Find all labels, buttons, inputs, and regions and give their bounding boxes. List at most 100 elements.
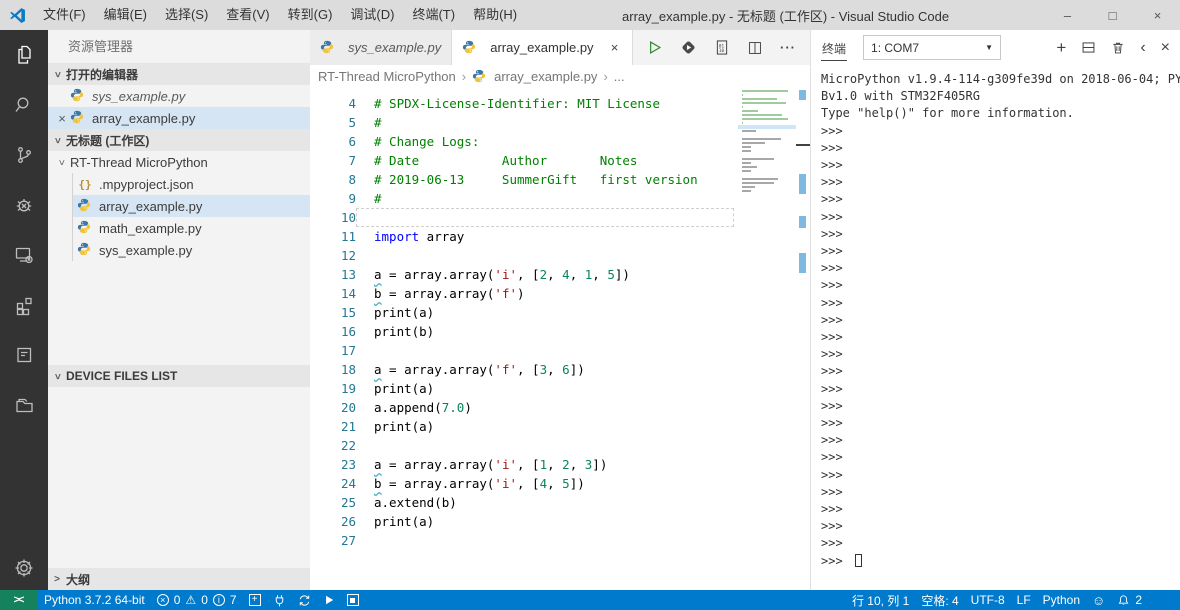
code-editor[interactable]: 4 # SPDX-License-Identifier: MIT License 5… — [310, 88, 810, 590]
maximize-button[interactable]: □ — [1090, 0, 1135, 30]
terminal-prompt-line: >>> — [821, 312, 850, 327]
indentation[interactable]: 空格: 4 — [915, 592, 964, 609]
language-mode[interactable]: Python — [1037, 593, 1086, 607]
output-notes-icon[interactable] — [0, 330, 48, 380]
breadcrumb-item[interactable]: ... — [614, 69, 625, 84]
editor-tab[interactable]: sys_example.py — [310, 30, 453, 65]
code-line-9[interactable]: 9 # — [310, 189, 810, 208]
cursor-position[interactable]: 行 10, 列 1 — [846, 592, 915, 609]
code-line-5[interactable]: 5 # — [310, 113, 810, 132]
close-button[interactable]: × — [1135, 0, 1180, 30]
run-icon[interactable] — [317, 590, 341, 610]
menu-item-1[interactable]: 编辑(E) — [95, 7, 156, 22]
explorer-icon[interactable] — [0, 30, 48, 80]
tree-file-item[interactable]: array_example.py — [73, 195, 310, 217]
source-control-icon[interactable] — [0, 130, 48, 180]
code-line-17[interactable]: 17 — [310, 341, 810, 360]
code-token: , — [569, 457, 585, 472]
menu-item-3[interactable]: 查看(V) — [217, 7, 278, 22]
search-icon[interactable] — [0, 80, 48, 130]
terminal-tab[interactable]: 终端 — [821, 35, 848, 61]
terminal-dropdown[interactable]: 1: COM7 ▼ — [863, 35, 1002, 60]
stop-icon[interactable] — [341, 590, 365, 610]
code-line-4[interactable]: 4 # SPDX-License-Identifier: MIT License — [310, 94, 810, 113]
close-icon[interactable]: × — [54, 111, 70, 126]
tree-file-item[interactable]: sys_example.py — [73, 239, 310, 261]
tree-file-item[interactable]: math_example.py — [73, 217, 310, 239]
code-line-20[interactable]: 20 a.append(7.0) — [310, 398, 810, 417]
eol-sequence[interactable]: LF — [1011, 593, 1037, 607]
chevron-down-icon: > — [51, 71, 63, 77]
tree-file-item[interactable]: {} .mpyproject.json — [73, 173, 310, 195]
code-line-19[interactable]: 19 print(a) — [310, 379, 810, 398]
code-line-13[interactable]: 13 a = array.array('i', [2, 4, 1, 5]) — [310, 265, 810, 284]
breadcrumb-item[interactable]: RT-Thread MicroPython — [318, 69, 456, 84]
split-editor-icon[interactable] — [747, 40, 763, 56]
feedback-smiley-icon[interactable]: ☺ — [1086, 593, 1111, 608]
menu-item-4[interactable]: 转到(G) — [279, 7, 342, 22]
code-line-10[interactable]: 10 — [310, 208, 810, 227]
encoding[interactable]: UTF-8 — [965, 593, 1011, 607]
code-line-25[interactable]: 25 a.extend(b) — [310, 493, 810, 512]
menu-item-7[interactable]: 帮助(H) — [464, 7, 526, 22]
menu-item-2[interactable]: 选择(S) — [156, 7, 217, 22]
python-interpreter[interactable]: Python 3.7.2 64-bit — [38, 590, 151, 610]
new-terminal-icon[interactable]: + — [1056, 39, 1066, 56]
code-line-27[interactable]: 27 — [310, 531, 810, 550]
minimap[interactable] — [738, 88, 796, 248]
code-line-12[interactable]: 12 — [310, 246, 810, 265]
remote-indicator-icon[interactable]: >< — [0, 590, 38, 610]
debug-icon[interactable] — [0, 180, 48, 230]
menu-item-5[interactable]: 调试(D) — [341, 7, 403, 22]
minimize-button[interactable]: – — [1045, 0, 1090, 30]
code-line-11[interactable]: 11 import array — [310, 227, 810, 246]
run-file-icon[interactable] — [646, 39, 663, 56]
debug-run-icon[interactable] — [680, 39, 697, 56]
menu-item-6[interactable]: 终端(T) — [403, 7, 464, 22]
open-editor-item[interactable]: × array_example.py — [48, 107, 310, 129]
device-remote-icon[interactable] — [0, 230, 48, 280]
code-line-23[interactable]: 23 a = array.array('i', [1, 2, 3]) — [310, 455, 810, 474]
code-line-24[interactable]: 24 b = array.array('i', [4, 5]) — [310, 474, 810, 493]
close-panel-icon[interactable]: × — [1161, 39, 1170, 56]
code-line-15[interactable]: 15 print(a) — [310, 303, 810, 322]
code-line-6[interactable]: 6 # Change Logs: — [310, 132, 810, 151]
code-line-8[interactable]: 8 # 2019-06-13 SummerGift first version — [310, 170, 810, 189]
code-line-26[interactable]: 26 print(a) — [310, 512, 810, 531]
sync-icon[interactable] — [292, 590, 317, 610]
minimap-line — [742, 186, 755, 188]
open-editor-item[interactable]: sys_example.py — [48, 85, 310, 107]
section-device-files[interactable]: > DEVICE FILES LIST — [48, 365, 310, 387]
split-terminal-icon[interactable] — [1081, 40, 1096, 55]
settings-gear-icon[interactable] — [0, 546, 48, 590]
close-tab-icon[interactable]: × — [608, 40, 622, 55]
section-open-editors[interactable]: > 打开的编辑器 — [48, 63, 310, 85]
tree-folder-rt-thread[interactable]: > RT-Thread MicroPython — [48, 151, 310, 173]
notifications-bell[interactable]: 2 — [1111, 593, 1148, 607]
problems-indicator[interactable]: × 0 ⚠ 0 i7 — [151, 590, 243, 610]
terminal-prompt-line: >>> — [821, 295, 850, 310]
overview-ruler[interactable] — [796, 88, 810, 590]
code-line-14[interactable]: 14 b = array.array('f') — [310, 284, 810, 303]
code-line-16[interactable]: 16 print(b) — [310, 322, 810, 341]
code-line-21[interactable]: 21 print(a) — [310, 417, 810, 436]
plug-icon[interactable] — [267, 590, 292, 610]
binary-file-icon[interactable]: 01 10 — [714, 39, 730, 56]
more-actions-icon[interactable]: ··· — [780, 40, 796, 55]
editor-tab[interactable]: array_example.py × — [452, 30, 633, 65]
code-line-22[interactable]: 22 — [310, 436, 810, 455]
breadcrumb[interactable]: RT-Thread MicroPython › array_example.py ›.… — [310, 65, 810, 88]
breadcrumb-item[interactable]: array_example.py — [494, 69, 597, 84]
code-line-18[interactable]: 18 a = array.array('f', [3, 6]) — [310, 360, 810, 379]
kill-terminal-trash-icon[interactable] — [1111, 40, 1125, 55]
code-line-7[interactable]: 7 # Date Author Notes — [310, 151, 810, 170]
section-workspace[interactable]: > 无标题 (工作区) — [48, 129, 310, 151]
minimap-line — [742, 170, 752, 172]
terminal-body[interactable]: MicroPython v1.9.4-114-g309fe39d on 2018… — [811, 65, 1180, 590]
section-outline[interactable]: > 大纲 — [48, 568, 310, 590]
chevron-left-icon[interactable]: ‹ — [1140, 39, 1145, 56]
folder-icon[interactable] — [0, 380, 48, 430]
menu-item-0[interactable]: 文件(F) — [34, 7, 95, 22]
add-box-icon[interactable]: + — [243, 590, 267, 610]
extensions-icon[interactable] — [0, 280, 48, 330]
